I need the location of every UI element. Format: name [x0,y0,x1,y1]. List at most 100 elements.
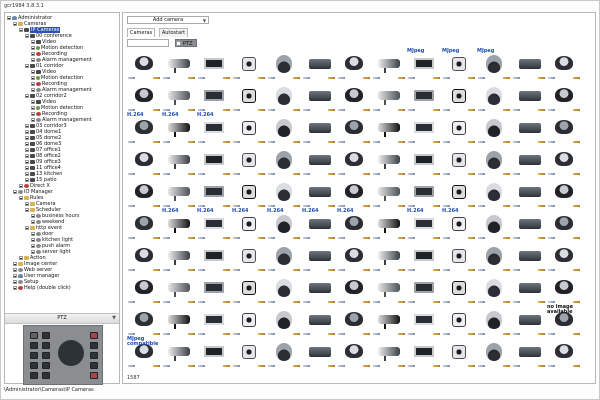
camera-tile[interactable] [232,337,266,368]
camera-tile[interactable] [197,337,231,368]
camera-tile[interactable] [162,145,196,176]
camera-tile[interactable] [127,305,161,336]
expand-collapse-icon[interactable] [31,117,35,122]
camera-tile[interactable] [127,273,161,304]
expand-collapse-icon[interactable] [31,69,35,74]
camera-tile[interactable] [127,49,161,80]
camera-tile[interactable] [547,81,581,112]
camera-tile[interactable] [372,49,406,80]
camera-tile[interactable] [372,209,406,240]
collapse-caret-icon[interactable]: ▼ [112,314,116,323]
camera-tile[interactable] [302,273,336,304]
camera-tile[interactable] [372,145,406,176]
expand-collapse-icon[interactable] [31,87,35,92]
ptz-button[interactable] [90,332,98,339]
expand-collapse-icon[interactable] [31,39,35,44]
camera-tile[interactable] [197,241,231,272]
camera-tile[interactable] [372,305,406,336]
expand-collapse-icon[interactable] [25,147,29,152]
camera-tile[interactable] [372,81,406,112]
expand-collapse-icon[interactable] [25,225,29,230]
camera-tile[interactable] [162,177,196,208]
camera-tile[interactable] [442,305,476,336]
camera-tile[interactable] [267,337,301,368]
camera-tile[interactable] [512,273,546,304]
expand-collapse-icon[interactable] [25,207,29,212]
expand-collapse-icon[interactable] [25,159,29,164]
camera-tile[interactable]: no image available [547,305,581,336]
camera-tile[interactable] [162,273,196,304]
camera-tile[interactable] [232,241,266,272]
camera-tile[interactable]: MJpeg [407,49,441,80]
camera-tile[interactable] [127,177,161,208]
camera-tile[interactable] [407,81,441,112]
expand-collapse-icon[interactable] [13,279,17,284]
camera-tile[interactable]: MJpeg [477,49,511,80]
camera-tile[interactable] [407,113,441,144]
camera-tile[interactable] [127,145,161,176]
camera-tile[interactable]: H.264 [197,113,231,144]
expand-collapse-icon[interactable] [13,189,17,194]
expand-collapse-icon[interactable] [31,237,35,242]
expand-collapse-icon[interactable] [13,261,17,266]
camera-tile[interactable] [162,81,196,112]
name-filter-input[interactable] [127,39,169,47]
camera-tile[interactable] [267,241,301,272]
camera-tile[interactable]: H.264 [232,209,266,240]
camera-tile[interactable] [547,113,581,144]
add-camera-dropdown[interactable]: Add camera ▼ [127,16,209,24]
camera-tile[interactable] [512,209,546,240]
camera-tile[interactable] [547,177,581,208]
camera-tile[interactable] [337,305,371,336]
camera-tile[interactable] [477,241,511,272]
camera-tile[interactable] [232,273,266,304]
camera-tile[interactable] [442,337,476,368]
camera-tile[interactable] [232,177,266,208]
camera-tile[interactable] [442,113,476,144]
camera-tile[interactable]: H.264 [162,209,196,240]
tree-node[interactable]: Help (double click) [13,285,71,291]
camera-tile[interactable] [372,241,406,272]
expand-collapse-icon[interactable] [31,51,35,56]
ptz-button[interactable] [30,342,38,349]
camera-tile[interactable] [127,209,161,240]
camera-tile[interactable] [407,305,441,336]
camera-tile[interactable] [512,49,546,80]
camera-tile[interactable] [477,81,511,112]
camera-tile[interactable] [337,81,371,112]
camera-tile[interactable]: H.264 [302,209,336,240]
camera-tile[interactable]: H.264 [197,209,231,240]
expand-collapse-icon[interactable] [19,183,23,188]
camera-tile[interactable] [197,145,231,176]
camera-tile[interactable] [547,241,581,272]
camera-tile[interactable] [267,81,301,112]
expand-collapse-icon[interactable] [19,195,23,200]
camera-tile[interactable] [162,305,196,336]
camera-tile[interactable] [162,49,196,80]
camera-tile[interactable] [337,273,371,304]
camera-tile[interactable] [547,337,581,368]
camera-tile[interactable] [547,273,581,304]
camera-tile[interactable]: H.264 [442,209,476,240]
ptz-button[interactable] [30,362,38,369]
camera-tile[interactable] [302,145,336,176]
camera-tile[interactable] [267,305,301,336]
camera-tile[interactable] [162,241,196,272]
camera-tile[interactable]: H.264 [127,113,161,144]
ptz-button[interactable] [90,362,98,369]
expand-collapse-icon[interactable] [31,219,35,224]
camera-tile[interactable] [407,145,441,176]
camera-tile[interactable] [547,145,581,176]
camera-tile[interactable] [267,145,301,176]
camera-tile[interactable] [302,241,336,272]
camera-gallery[interactable]: MJpeg MJpeg MJpeg H.264 H.264 H.264 H.264 H.264… [127,49,593,375]
camera-tile[interactable] [372,273,406,304]
expand-collapse-icon[interactable] [31,57,35,62]
camera-tile[interactable] [477,145,511,176]
expand-collapse-icon[interactable] [31,213,35,218]
ptz-header[interactable]: PTZ ▼ [5,313,119,324]
expand-collapse-icon[interactable] [25,135,29,140]
camera-tile[interactable] [547,209,581,240]
camera-tile[interactable] [267,177,301,208]
camera-tile[interactable] [337,177,371,208]
